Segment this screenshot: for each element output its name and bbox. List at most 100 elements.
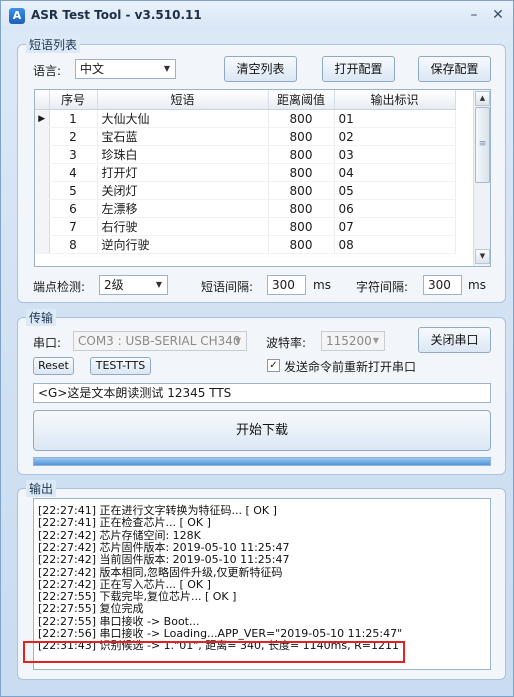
port-label: 串口:	[33, 336, 62, 350]
cell-index[interactable]: 2	[49, 127, 98, 146]
window-title: ASR Test Tool - v3.510.11	[31, 8, 202, 22]
cell-phrase[interactable]: 大仙大仙	[97, 109, 269, 128]
row-indicator	[35, 181, 50, 200]
cell-index[interactable]: 4	[49, 163, 98, 182]
cell-phrase[interactable]: 右行驶	[97, 217, 269, 236]
cell-index[interactable]: 6	[49, 199, 98, 218]
cell-phrase[interactable]: 珍珠白	[97, 145, 269, 164]
language-select[interactable]: 中文 ▼	[75, 59, 176, 79]
clear-list-button[interactable]: 清空列表	[224, 56, 297, 82]
row-indicator	[35, 235, 50, 254]
table-row[interactable]: 4 打开灯 800 04	[35, 163, 456, 182]
chevron-down-icon: ▼	[163, 64, 170, 73]
cell-output-id[interactable]: 03	[334, 145, 456, 164]
row-indicator	[35, 145, 50, 164]
row-indicator	[35, 127, 50, 146]
table-row[interactable]: ▶ 1 大仙大仙 800 01	[35, 109, 456, 128]
phrase-table-grid: 序号 短语 距离阈值 输出标识 ▶ 1 大仙大仙 800 01 2 宝石蓝 800 02 3 珍珠白…	[35, 90, 456, 254]
table-row[interactable]: 5 关闭灯 800 05	[35, 181, 456, 200]
language-value: 中文	[80, 62, 105, 76]
cell-threshold[interactable]: 800	[268, 145, 335, 164]
scroll-down-icon[interactable]: ▼	[475, 249, 490, 264]
phrase-table[interactable]: 序号 短语 距离阈值 输出标识 ▶ 1 大仙大仙 800 01 2 宝石蓝 800 02 3 珍珠白…	[34, 89, 491, 267]
endpoint-detect-label: 端点检测:	[33, 280, 86, 294]
table-row[interactable]: 6 左漂移 800 06	[35, 199, 456, 218]
test-tts-button[interactable]: TEST-TTS	[90, 357, 151, 375]
save-config-button[interactable]: 保存配置	[418, 56, 491, 82]
column-header-threshold[interactable]: 距离阈值	[268, 90, 335, 110]
app-window: A ASR Test Tool - v3.510.11 – ✕ 短语列表 语言:…	[0, 0, 514, 697]
cell-phrase[interactable]: 左漂移	[97, 199, 269, 218]
reset-button[interactable]: Reset	[33, 357, 74, 375]
output-group-title: 输出	[26, 480, 57, 497]
char-gap-label: 字符间隔:	[356, 280, 409, 294]
port-value: COM3 : USB-SERIAL CH340	[78, 334, 241, 348]
tts-text-input[interactable]: <G>这是文本朗读测试 12345 TTS	[33, 383, 491, 403]
close-icon[interactable]: ✕	[489, 7, 507, 23]
cell-threshold[interactable]: 800	[268, 217, 335, 236]
cell-phrase[interactable]: 打开灯	[97, 163, 269, 182]
cell-index[interactable]: 3	[49, 145, 98, 164]
row-indicator	[35, 199, 50, 218]
start-download-button[interactable]: 开始下载	[33, 410, 491, 451]
highlight-box	[23, 641, 405, 663]
cell-output-id[interactable]: 07	[334, 217, 456, 236]
close-port-button[interactable]: 关闭串口	[418, 327, 491, 353]
baud-rate-select[interactable]: 115200 ▼	[321, 331, 385, 351]
app-icon: A	[9, 8, 25, 24]
endpoint-detect-select[interactable]: 2级 ▼	[99, 275, 168, 295]
cell-output-id[interactable]: 06	[334, 199, 456, 218]
cell-output-id[interactable]: 04	[334, 163, 456, 182]
cell-index[interactable]: 5	[49, 181, 98, 200]
cell-output-id[interactable]: 01	[334, 109, 456, 128]
table-scrollbar[interactable]: ▲ ≡ ▼	[473, 90, 490, 266]
chevron-down-icon: ▼	[155, 280, 162, 289]
cell-threshold[interactable]: 800	[268, 163, 335, 182]
table-row[interactable]: 2 宝石蓝 800 02	[35, 127, 456, 146]
transfer-group-title: 传输	[26, 309, 57, 326]
cell-output-id[interactable]: 08	[334, 235, 456, 254]
cell-index[interactable]: 7	[49, 217, 98, 236]
column-header-phrase[interactable]: 短语	[97, 90, 269, 110]
baud-rate-label: 波特率:	[266, 336, 307, 350]
download-progress-fill	[34, 458, 490, 465]
cell-output-id[interactable]: 05	[334, 181, 456, 200]
cell-phrase[interactable]: 逆向行驶	[97, 235, 269, 254]
cell-threshold[interactable]: 800	[268, 181, 335, 200]
char-gap-input[interactable]: 300	[423, 275, 462, 295]
minimize-icon[interactable]: –	[465, 7, 483, 23]
cell-index[interactable]: 8	[49, 235, 98, 254]
row-indicator-header	[35, 90, 50, 110]
table-row[interactable]: 8 逆向行驶 800 08	[35, 235, 456, 254]
cell-threshold[interactable]: 800	[268, 235, 335, 254]
row-indicator	[35, 163, 50, 182]
scroll-thumb[interactable]: ≡	[475, 107, 490, 183]
chevron-down-icon: ▼	[234, 336, 241, 345]
phrase-gap-input[interactable]: 300	[267, 275, 306, 295]
cell-phrase[interactable]: 关闭灯	[97, 181, 269, 200]
table-row[interactable]: 3 珍珠白 800 03	[35, 145, 456, 164]
cell-output-id[interactable]: 02	[334, 127, 456, 146]
phrase-gap-unit: ms	[313, 278, 331, 292]
phrase-gap-label: 短语间隔:	[201, 280, 254, 294]
phrase-table-body: ▶ 1 大仙大仙 800 01 2 宝石蓝 800 02 3 珍珠白 800 03 4 打开灯 800 04 5 关…	[35, 109, 456, 254]
scroll-up-icon[interactable]: ▲	[475, 91, 490, 106]
cell-threshold[interactable]: 800	[268, 127, 335, 146]
table-row[interactable]: 7 右行驶 800 07	[35, 217, 456, 236]
chevron-down-icon: ▼	[372, 336, 379, 345]
port-select[interactable]: COM3 : USB-SERIAL CH340 ▼	[73, 331, 247, 351]
cell-phrase[interactable]: 宝石蓝	[97, 127, 269, 146]
cell-threshold[interactable]: 800	[268, 199, 335, 218]
reopen-port-checkbox[interactable]: ✓	[267, 359, 280, 372]
download-progress-bar	[33, 457, 491, 466]
title-bar[interactable]: A ASR Test Tool - v3.510.11 – ✕	[1, 1, 513, 31]
open-config-button[interactable]: 打开配置	[322, 56, 395, 82]
table-header-row: 序号 短语 距离阈值 输出标识	[35, 90, 456, 110]
column-header-index[interactable]: 序号	[49, 90, 98, 110]
endpoint-detect-value: 2级	[104, 278, 124, 292]
row-indicator: ▶	[35, 109, 50, 128]
cell-index[interactable]: 1	[49, 109, 98, 128]
column-header-output-id[interactable]: 输出标识	[334, 90, 456, 110]
baud-rate-value: 115200	[326, 334, 372, 348]
cell-threshold[interactable]: 800	[268, 109, 335, 128]
